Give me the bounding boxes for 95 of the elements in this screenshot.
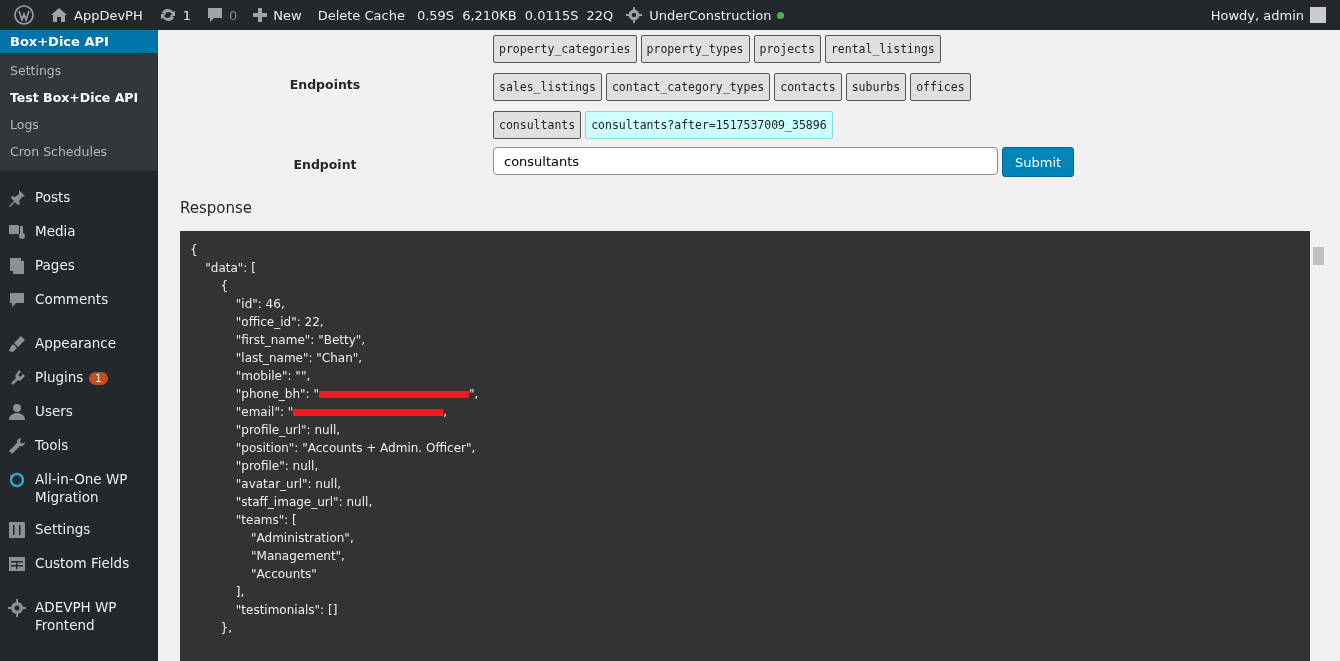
- comment-icon: [7, 290, 27, 310]
- menu-label: Pages: [35, 256, 75, 274]
- code-line: "data": [: [204, 261, 256, 275]
- response-heading: Response: [180, 199, 254, 217]
- menu-item[interactable]: Custom Fields: [0, 547, 158, 581]
- code-line: "position": "Accounts + Admin. Officer",: [234, 441, 476, 455]
- menu-label: Appearance: [35, 334, 117, 352]
- menu-item[interactable]: Posts: [0, 181, 158, 215]
- menu-label: Posts: [35, 188, 71, 206]
- menu-label: Users: [35, 402, 73, 420]
- count-badge: 1: [89, 372, 108, 385]
- menu-item[interactable]: Comments: [0, 283, 158, 317]
- endpoint-button[interactable]: rental_listings: [824, 35, 941, 63]
- submenu-item[interactable]: Settings: [0, 57, 158, 84]
- menu-item[interactable]: Plugins 1: [0, 361, 158, 395]
- menu-item[interactable]: Box+Dice API: [0, 30, 158, 53]
- delete-cache-link[interactable]: Delete Cache: [317, 7, 405, 23]
- endpoint-button[interactable]: contacts: [774, 73, 842, 101]
- code-line: {: [219, 279, 229, 293]
- menu-label: All-in-One WP Migration: [35, 470, 129, 506]
- submenu-item[interactable]: Test Box+Dice API: [0, 84, 158, 111]
- query-stat[interactable]: 0.0115S: [520, 7, 583, 23]
- submenu-item[interactable]: Cron Schedules: [0, 138, 158, 165]
- code-line: ],: [234, 585, 245, 599]
- menu-label: Settings: [35, 520, 91, 538]
- endpoint-button[interactable]: consultants: [493, 111, 582, 139]
- code-line: "id": 46,: [234, 297, 285, 311]
- endpoint-button[interactable]: offices: [910, 73, 971, 101]
- code-line: "profile": null,: [234, 459, 319, 473]
- code-line: "office_id": 22,: [234, 315, 324, 329]
- menu-item[interactable]: Appearance: [0, 327, 158, 361]
- code-line: "staff_image_url": null,: [234, 495, 373, 509]
- endpoint-button[interactable]: contact_category_types: [605, 73, 771, 101]
- query-stat[interactable]: 22Q: [582, 7, 618, 23]
- endpoint-button[interactable]: suburbs: [845, 73, 907, 101]
- greeting-link[interactable]: Howdy, admin: [1210, 7, 1304, 23]
- query-stat[interactable]: 0.59S: [412, 7, 459, 23]
- brush-icon: [7, 334, 27, 354]
- code-line: "testimonials": []: [234, 603, 338, 617]
- wordpress-logo-icon[interactable]: [14, 5, 34, 25]
- table-icon: [7, 554, 27, 574]
- menu-label: Media: [35, 222, 76, 240]
- new-link[interactable]: New: [273, 7, 302, 23]
- endpoint-button[interactable]: property_categories: [493, 35, 637, 63]
- menu-label: Comments: [35, 290, 109, 308]
- query-stat[interactable]: 6,210KB: [458, 7, 521, 23]
- code-line: "mobile": "",: [234, 369, 311, 383]
- menu-item[interactable]: Users: [0, 395, 158, 429]
- code-line: ,: [443, 405, 448, 419]
- site-name-link[interactable]: AppDevPH: [74, 7, 143, 23]
- home-icon[interactable]: [50, 7, 68, 23]
- updates-count[interactable]: 1: [182, 7, 191, 23]
- submit-button[interactable]: Submit: [1002, 147, 1075, 177]
- menu-item[interactable]: Settings: [0, 513, 158, 547]
- user-icon: [7, 402, 27, 422]
- code-line: "phone_bh": ": [234, 387, 319, 401]
- code-line: "teams": [: [234, 513, 297, 527]
- code-line: },: [219, 621, 232, 635]
- menu-item[interactable]: Tools: [0, 429, 158, 463]
- endpoint-button[interactable]: sales_listings: [493, 73, 602, 101]
- comment-icon[interactable]: [207, 7, 223, 23]
- menu-label: ADEVPH WP Frontend: [35, 598, 118, 634]
- scrollbar-thumb[interactable]: [1313, 247, 1324, 265]
- menu-label: Custom Fields: [35, 554, 130, 572]
- code-line: "avatar_url": null,: [234, 477, 342, 491]
- code-line: ",: [468, 387, 479, 401]
- plus-icon[interactable]: [253, 8, 268, 22]
- code-line: "profile_url": null,: [234, 423, 341, 437]
- wrench-icon: [7, 436, 27, 456]
- comments-count[interactable]: 0: [229, 7, 238, 23]
- cursor-link[interactable]: consultants?after=1517537009_35896: [585, 111, 833, 139]
- status-link[interactable]: UnderConstruction: [649, 7, 772, 23]
- menu-item[interactable]: All-in-One WP Migration: [0, 463, 158, 513]
- menu-label: Tools: [35, 436, 69, 454]
- pin-icon: [7, 188, 27, 208]
- code-line: "email": ": [234, 405, 294, 419]
- code-line: "last_name": "Chan",: [234, 351, 363, 365]
- code-line: {: [190, 243, 198, 257]
- menu-item[interactable]: Media: [0, 215, 158, 249]
- code-line: "first_name": "Betty",: [234, 333, 366, 347]
- menu-item[interactable]: Pages: [0, 249, 158, 283]
- endpoint-button[interactable]: property_types: [640, 35, 750, 63]
- menu-item[interactable]: ADEVPH WP Frontend: [0, 591, 158, 641]
- submenu-item[interactable]: Logs: [0, 111, 158, 138]
- endpoint-label: Endpoint: [293, 156, 357, 172]
- endpoints-label: Endpoints: [289, 77, 361, 92]
- media-icon: [7, 222, 27, 242]
- menu-label: Plugins 1: [35, 368, 108, 388]
- code-line: "Management",: [250, 549, 345, 563]
- code-line: "Accounts": [250, 567, 317, 581]
- pages-icon: [7, 256, 27, 276]
- endpoint-input[interactable]: consultants: [493, 147, 998, 175]
- endpoint-button[interactable]: projects: [753, 35, 821, 63]
- code-line: "Administration",: [250, 531, 354, 545]
- refresh-icon[interactable]: [158, 7, 177, 23]
